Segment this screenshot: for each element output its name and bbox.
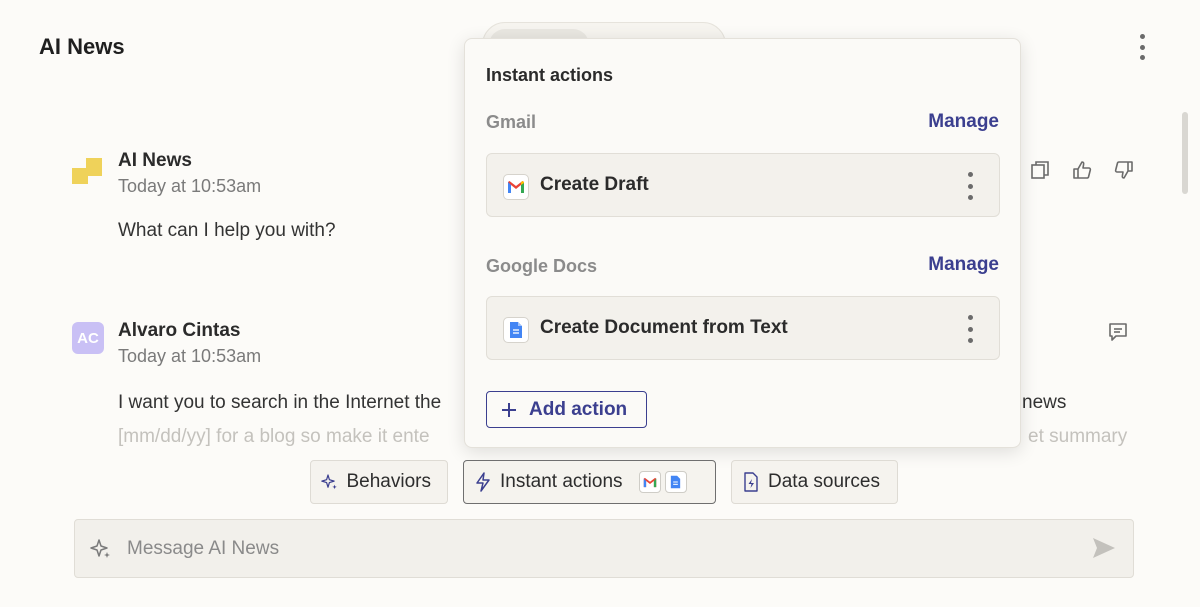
message-author: Alvaro Cintas: [118, 320, 241, 341]
plus-icon: [502, 402, 516, 417]
instant-actions-button[interactable]: Instant actions: [463, 460, 716, 504]
gmail-icon: [503, 174, 529, 200]
document-lightning-icon: [744, 472, 758, 492]
manage-gmail-link[interactable]: Manage: [928, 111, 999, 133]
lightning-icon: [476, 472, 490, 492]
avatar: AC: [72, 322, 104, 354]
add-action-label: Add action: [529, 398, 628, 420]
action-options-icon[interactable]: [965, 172, 975, 200]
action-label: Create Draft: [540, 174, 649, 195]
message-timestamp: Today at 10:53am: [118, 346, 262, 366]
message-author: AI News: [118, 150, 192, 171]
action-label: Create Document from Text: [540, 317, 788, 338]
group-label-google-docs: Google Docs: [486, 256, 598, 276]
action-create-document[interactable]: Create Document from Text: [486, 296, 1000, 360]
data-sources-button[interactable]: Data sources: [731, 460, 898, 504]
message-text-line-1: I want you to search in the Internet the: [118, 392, 442, 413]
ai-news-logo-icon: [72, 158, 102, 184]
add-action-button[interactable]: Add action: [486, 391, 647, 428]
behaviors-label: Behaviors: [346, 471, 432, 492]
message-timestamp: Today at 10:53am: [118, 176, 262, 196]
more-options-icon[interactable]: [1128, 32, 1156, 62]
message-composer: [74, 519, 1134, 578]
message-input[interactable]: [127, 534, 1067, 564]
page-title: AI News: [39, 34, 125, 59]
data-sources-label: Data sources: [768, 471, 880, 492]
action-options-icon[interactable]: [965, 315, 975, 343]
manage-google-docs-link[interactable]: Manage: [928, 254, 999, 276]
behaviors-button[interactable]: Behaviors: [310, 460, 448, 504]
group-label-gmail: Gmail: [486, 112, 537, 132]
google-docs-icon: [664, 471, 687, 493]
send-icon[interactable]: [1091, 536, 1117, 560]
thumbs-down-icon[interactable]: [1112, 158, 1136, 182]
message-actions: [1028, 158, 1136, 182]
instant-actions-label: Instant actions: [500, 471, 623, 492]
message-text: What can I help you with?: [118, 220, 336, 241]
scrollbar[interactable]: [1182, 112, 1188, 194]
copy-icon[interactable]: [1028, 158, 1052, 182]
comment-icon[interactable]: [1106, 320, 1130, 344]
action-create-draft[interactable]: Create Draft: [486, 153, 1000, 217]
thumbs-up-icon[interactable]: [1070, 158, 1094, 182]
instant-actions-popover: Instant actions Gmail Manage Create Draf…: [464, 38, 1021, 448]
message-text-line-2: [mm/dd/yy] for a blog so make it ente: [118, 426, 430, 447]
google-docs-icon: [503, 317, 529, 343]
message-text-line-1-end: news: [1022, 392, 1067, 413]
sparkle-icon: [90, 539, 110, 558]
gmail-icon: [638, 471, 661, 493]
sparkle-icon: [321, 474, 337, 490]
popover-title: Instant actions: [486, 65, 614, 85]
message-text-line-2-end: et summary: [1028, 426, 1128, 447]
